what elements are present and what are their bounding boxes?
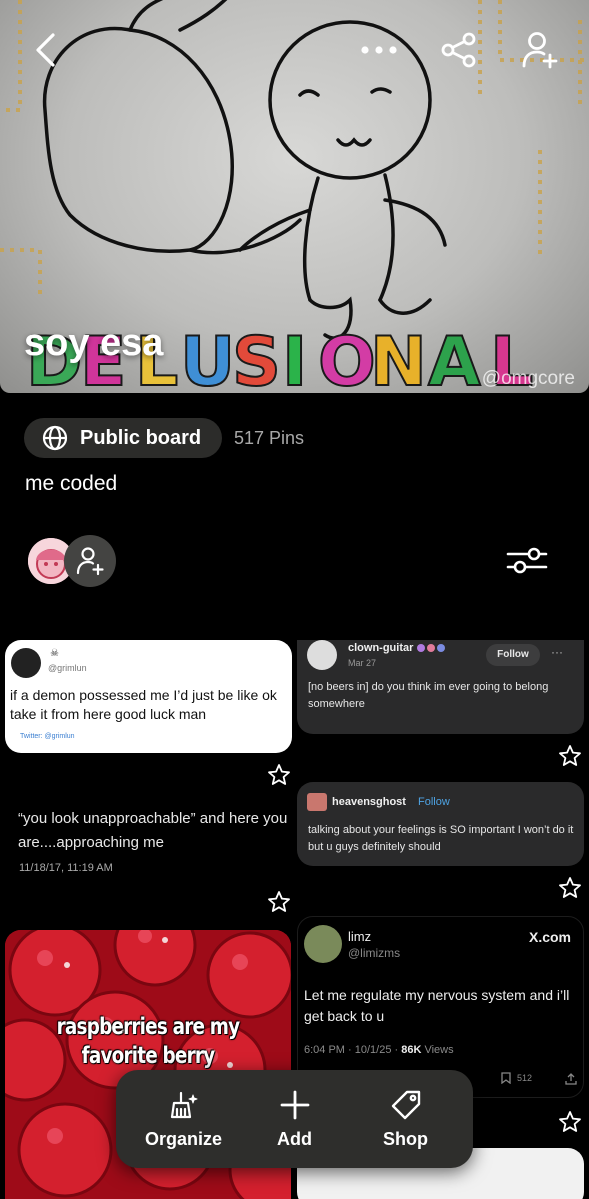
back-button[interactable]	[24, 28, 68, 72]
quote-timestamp: 11/18/17, 11:19 AM	[19, 862, 113, 874]
cover-watermark: @omgcore	[481, 368, 575, 389]
share-icon	[441, 32, 476, 68]
board-title: soy esa	[24, 322, 164, 364]
heavens-text: talking about your feelings is SO import…	[308, 824, 574, 853]
limz-bookmark-count: 512	[517, 1073, 533, 1083]
star-icon	[559, 745, 581, 766]
svg-text:A: A	[428, 323, 481, 393]
organize-button[interactable]: Organize	[134, 1089, 234, 1150]
limz-avatar	[304, 925, 342, 963]
plus-icon	[280, 1090, 309, 1119]
clown-date: Mar 27	[348, 658, 377, 668]
board-cover: D E L U S I O N A L soy esa @omgcore	[0, 0, 589, 393]
limz-name: limz	[348, 929, 372, 944]
grimlun-source: Twitter: @grimlun	[20, 733, 75, 740]
sliders-icon	[506, 547, 548, 574]
add-person-icon	[76, 547, 104, 576]
board-toolbar: Organize Add Shop	[116, 1070, 473, 1168]
svg-text:N: N	[370, 323, 427, 393]
globe-icon	[42, 425, 68, 451]
add-label: Add	[277, 1128, 312, 1149]
limz-site: X.com	[528, 929, 571, 945]
limz-views-label: Views	[421, 1044, 454, 1056]
clown-badges	[417, 644, 445, 652]
public-board-pill[interactable]: Public board	[24, 418, 222, 458]
pin-grimlun[interactable]: ☠ @grimlun if a demon possessed me I’d j…	[5, 640, 292, 753]
svg-text:S: S	[232, 323, 281, 393]
tag-icon	[391, 1090, 420, 1119]
limz-meta: 6:04 PM · 10/1/25 · 86K Views	[304, 1044, 454, 1056]
limz-bookmark[interactable]: 512	[501, 1072, 532, 1084]
pin-count: 517 Pins	[234, 428, 305, 448]
star-icon	[268, 764, 290, 785]
quote-text: “you look unapproachable” and here you a…	[18, 810, 288, 851]
heavens-avatar	[307, 793, 327, 811]
clown-text: [no beers in] do you think im ever going…	[308, 681, 549, 710]
star-button[interactable]	[557, 743, 583, 769]
add-collaborator-button[interactable]	[64, 535, 116, 587]
grimlun-text: if a demon possessed me I’d just be like…	[10, 687, 277, 722]
bookmark-icon	[501, 1072, 511, 1084]
clown-name: clown-guitar	[348, 642, 414, 654]
more-icon	[361, 46, 397, 54]
star-button[interactable]	[557, 1109, 583, 1135]
organize-label: Organize	[144, 1128, 223, 1149]
limz-time: 6:04 PM · 10/1/25 ·	[304, 1044, 402, 1056]
back-icon	[36, 33, 55, 67]
filter-button[interactable]	[504, 540, 550, 580]
limz-share[interactable]	[565, 1072, 577, 1090]
star-button[interactable]	[266, 762, 292, 788]
heavens-follow-link[interactable]: Follow	[418, 796, 450, 808]
heavens-name: heavensghost	[332, 796, 406, 808]
clown-avatar	[307, 640, 337, 670]
pin-clown-guitar[interactable]: clown-guitar Mar 27 Follow ··· [no beers…	[297, 640, 584, 734]
more-options-button[interactable]	[357, 28, 401, 72]
shop-button[interactable]: Shop	[356, 1089, 456, 1150]
svg-text:O: O	[318, 323, 376, 393]
visibility-label: Public board	[80, 426, 202, 449]
add-collaborator-icon	[522, 32, 558, 69]
share-button[interactable]	[437, 28, 481, 72]
invite-collaborator-button[interactable]	[518, 28, 562, 72]
grimlun-avatar	[11, 648, 41, 678]
add-button[interactable]: Add	[245, 1089, 345, 1150]
star-icon	[559, 877, 581, 898]
grimlun-handle: @grimlun	[48, 663, 87, 673]
pin-heavensghost[interactable]: heavensghost Follow talking about your f…	[297, 782, 584, 866]
shop-label: Shop	[383, 1128, 428, 1149]
clown-more-icon[interactable]: ···	[551, 645, 563, 659]
raspberries-caption-line1: raspberries are my	[56, 1014, 241, 1040]
skull-icon: ☠	[50, 648, 59, 659]
svg-text:U: U	[180, 323, 235, 393]
limz-handle: @limizms	[348, 946, 401, 960]
board-description: me coded	[25, 472, 118, 495]
star-button[interactable]	[557, 875, 583, 901]
star-icon	[559, 1111, 581, 1132]
clown-follow-button[interactable]: Follow	[486, 644, 540, 666]
raspberries-caption-line2: favorite berry	[81, 1043, 216, 1069]
broom-sparkle-icon	[170, 1091, 197, 1118]
star-button[interactable]	[266, 889, 292, 915]
pin-quote[interactable]: “you look unapproachable” and here you a…	[5, 790, 292, 890]
star-icon	[268, 891, 290, 912]
upload-icon	[565, 1073, 577, 1085]
svg-text:I: I	[282, 323, 307, 393]
limz-text: Let me regulate my nervous system and i’…	[304, 987, 570, 1024]
limz-views-count: 86K	[401, 1044, 422, 1056]
